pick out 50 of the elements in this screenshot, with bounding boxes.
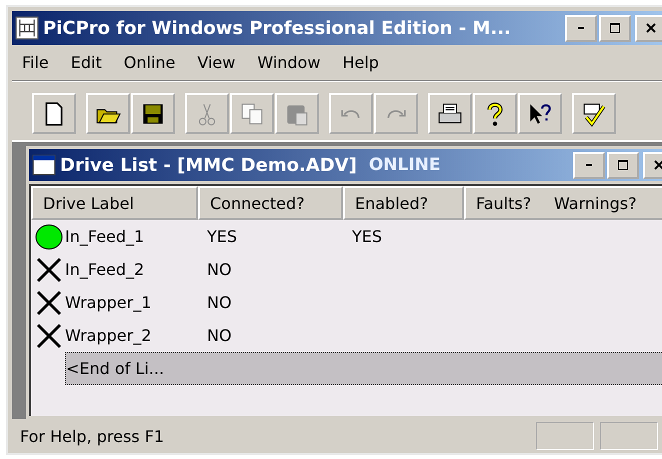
table-cell-text: YES	[207, 227, 238, 246]
redo-icon	[386, 108, 406, 118]
table-cell-text: NO	[207, 326, 233, 345]
column-header[interactable]: Warnings?	[554, 186, 662, 220]
drive-label: Wrapper_2	[65, 326, 152, 345]
print-button[interactable]	[428, 93, 472, 134]
window-title: Drive List - [MMC Demo.ADV]	[60, 154, 357, 176]
close-icon	[653, 159, 662, 171]
copy-icon	[239, 100, 265, 126]
column-header[interactable]: Faults?	[464, 186, 554, 220]
menu-item[interactable]: File	[22, 53, 49, 72]
open-button[interactable]	[86, 93, 130, 134]
window-icon	[32, 153, 56, 177]
close-button[interactable]	[635, 14, 662, 42]
save-button[interactable]	[131, 93, 175, 134]
table-cell-text: NO	[207, 260, 233, 279]
help-button[interactable]	[473, 93, 517, 134]
online-status: ONLINE	[368, 155, 441, 175]
maximize-button[interactable]	[607, 152, 639, 178]
column-header[interactable]: Enabled?	[343, 186, 464, 220]
drive-label: In_Feed_2	[65, 260, 146, 279]
status-text: For Help, press F1	[20, 426, 166, 446]
app-icon	[15, 16, 39, 40]
menu-item[interactable]: Edit	[70, 53, 102, 72]
status-pane	[536, 422, 594, 450]
maximize-icon	[617, 159, 629, 171]
drive-label: In_Feed_1	[65, 227, 146, 246]
new-button[interactable]	[32, 93, 76, 134]
drive-label: Wrapper_1	[65, 293, 152, 312]
column-header[interactable]: Connected?	[198, 186, 343, 220]
drive-label: <End of Li...	[66, 359, 166, 378]
undo-icon	[341, 108, 361, 118]
check-icon	[581, 100, 607, 126]
window-title: PiCPro for Windows Professional Edition - M...	[43, 18, 511, 38]
minimize-icon	[578, 27, 584, 29]
menu-item[interactable]: View	[197, 53, 236, 72]
check-button[interactable]	[572, 93, 616, 134]
menu-item[interactable]: Online	[124, 53, 176, 72]
column-header[interactable]: Drive Label	[31, 186, 198, 220]
selected-row[interactable]: <End of Li...	[65, 352, 662, 385]
status-pane	[600, 422, 658, 450]
table-cell: YES	[352, 227, 382, 246]
maximize-button[interactable]	[599, 14, 631, 42]
menu-item[interactable]: Window	[257, 53, 320, 72]
maximize-icon	[609, 22, 621, 34]
table-cell-text: NO	[207, 293, 233, 312]
menu-item[interactable]: Help	[342, 53, 379, 72]
context-help-button[interactable]	[518, 93, 562, 134]
minimize-icon	[586, 164, 592, 166]
close-icon	[645, 22, 657, 34]
